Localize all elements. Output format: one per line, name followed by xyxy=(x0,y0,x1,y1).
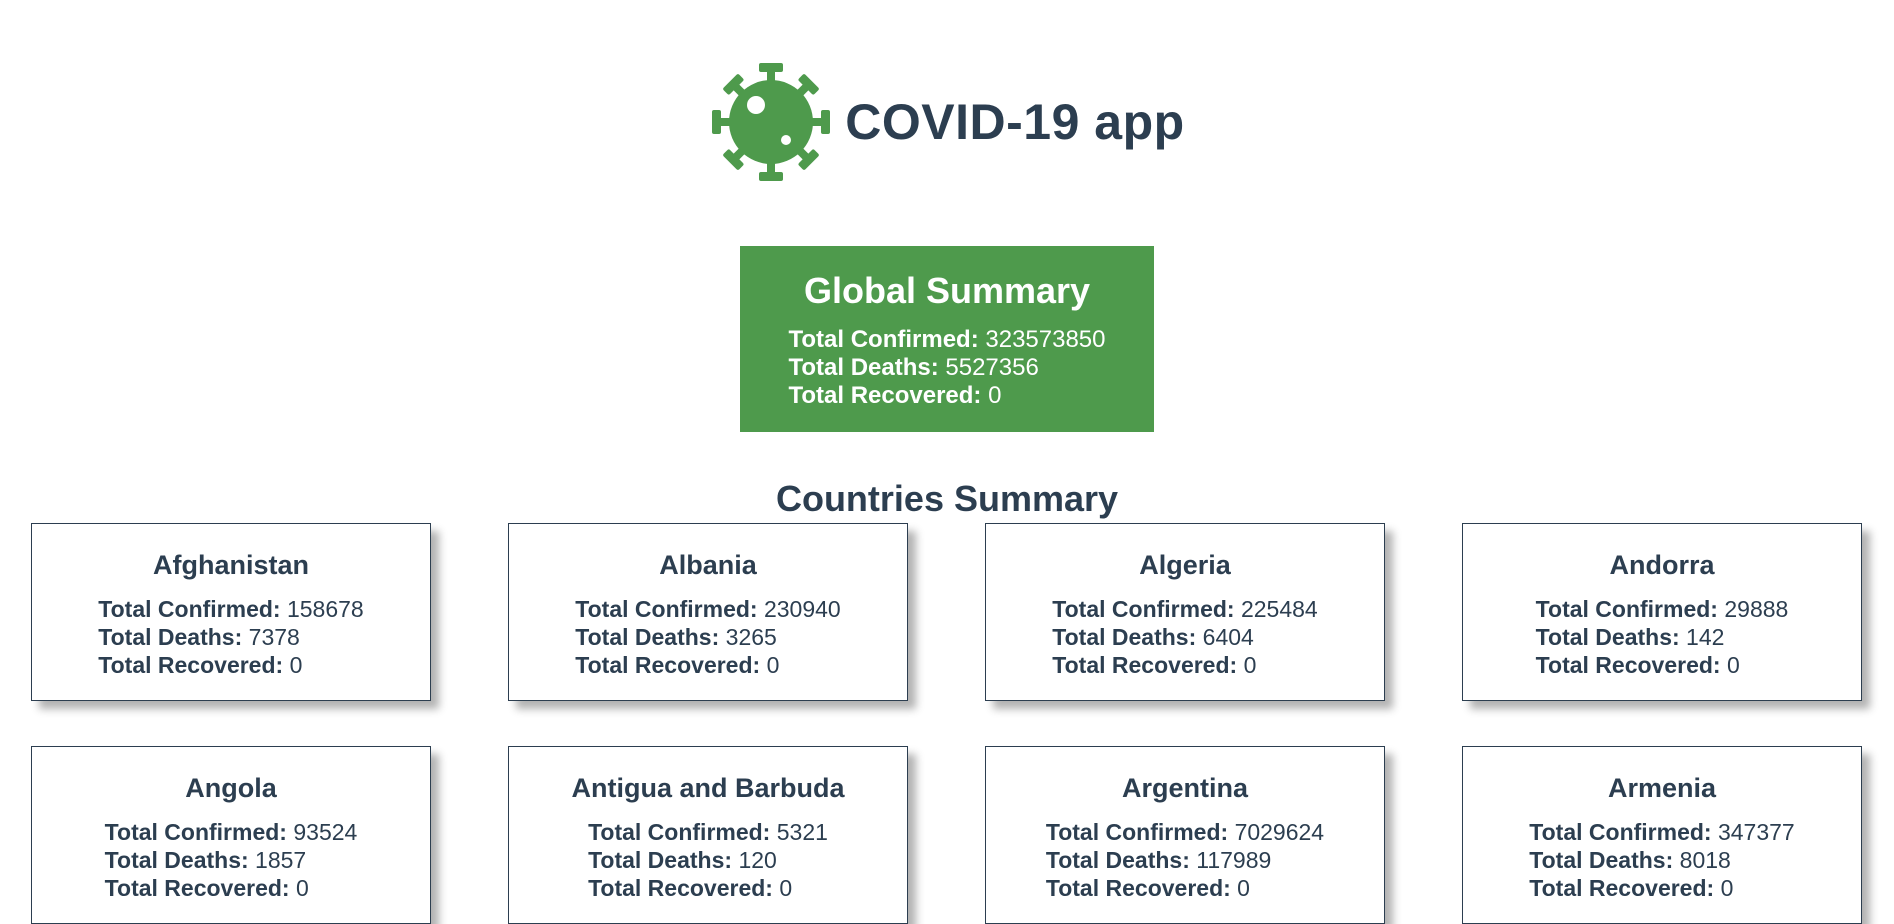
country-stats: Total Confirmed: 225484 Total Deaths: 64… xyxy=(1052,595,1317,679)
deaths-value: 8018 xyxy=(1679,847,1731,873)
deaths-label: Total Deaths: xyxy=(588,847,733,873)
deaths-value: 7378 xyxy=(248,624,300,650)
country-stats: Total Confirmed: 7029624 Total Deaths: 1… xyxy=(1046,818,1324,902)
global-recovered-value: 0 xyxy=(988,382,1002,409)
country-stats: Total Confirmed: 93524 Total Deaths: 185… xyxy=(105,818,358,902)
confirmed-label: Total Confirmed: xyxy=(575,596,758,622)
deaths-value: 117989 xyxy=(1196,847,1272,873)
country-stats: Total Confirmed: 230940 Total Deaths: 32… xyxy=(575,595,840,679)
country-name: Albania xyxy=(659,550,757,580)
country-name: Andorra xyxy=(1609,550,1715,580)
country-card: Albania Total Confirmed: 230940 Total De… xyxy=(508,523,908,701)
global-recovered-label: Total Recovered: xyxy=(788,382,982,409)
recovered-label: Total Recovered: xyxy=(1529,875,1715,901)
global-summary-card: Global Summary Total Confirmed: 32357385… xyxy=(740,246,1154,432)
country-stats: Total Confirmed: 158678 Total Deaths: 73… xyxy=(98,595,363,679)
app-title: COVID-19 app xyxy=(845,94,1185,150)
country-stats: Total Confirmed: 29888 Total Deaths: 142… xyxy=(1536,595,1789,679)
global-deaths-row: Total Deaths: 5527356 xyxy=(788,354,1105,382)
confirmed-label: Total Confirmed: xyxy=(1535,596,1718,622)
country-name: Antigua and Barbuda xyxy=(571,773,845,803)
deaths-value: 142 xyxy=(1686,624,1725,650)
country-stats: Total Confirmed: 5321 Total Deaths: 120 … xyxy=(588,818,828,902)
recovered-value: 0 xyxy=(295,875,309,901)
confirmed-label: Total Confirmed: xyxy=(104,819,287,845)
country-card: Algeria Total Confirmed: 225484 Total De… xyxy=(985,523,1385,701)
recovered-value: 0 xyxy=(766,652,780,678)
country-name: Afghanistan xyxy=(152,550,309,580)
global-deaths-label: Total Deaths: xyxy=(788,354,939,381)
recovered-label: Total Recovered: xyxy=(1045,875,1231,901)
country-name: Angola xyxy=(185,773,277,803)
country-card: Angola Total Confirmed: 93524 Total Deat… xyxy=(31,746,431,924)
confirmed-value: 29888 xyxy=(1724,596,1789,622)
deaths-label: Total Deaths: xyxy=(575,624,720,650)
confirmed-value: 158678 xyxy=(286,596,364,622)
global-confirmed-value: 323573850 xyxy=(985,326,1106,353)
recovered-value: 0 xyxy=(1237,875,1250,901)
deaths-value: 6404 xyxy=(1202,624,1254,650)
deaths-label: Total Deaths: xyxy=(1052,624,1197,650)
country-card: Argentina Total Confirmed: 7029624 Total… xyxy=(985,746,1385,924)
country-card: Antigua and Barbuda Total Confirmed: 532… xyxy=(508,746,908,924)
countries-grid: Afghanistan Total Confirmed: 158678 Tota… xyxy=(31,523,1863,924)
deaths-label: Total Deaths: xyxy=(104,847,249,873)
recovered-value: 0 xyxy=(1726,652,1740,678)
confirmed-value: 225484 xyxy=(1240,596,1318,622)
confirmed-value: 347377 xyxy=(1717,819,1795,845)
confirmed-value: 93524 xyxy=(293,819,358,845)
country-name: Argentina xyxy=(1121,773,1248,803)
recovered-value: 0 xyxy=(289,652,303,678)
app-header: COVID-19 app xyxy=(0,60,1894,184)
global-summary-title: Global Summary xyxy=(803,270,1091,311)
recovered-label: Total Recovered: xyxy=(1535,652,1721,678)
virus-icon xyxy=(712,63,831,181)
deaths-label: Total Deaths: xyxy=(98,624,243,650)
confirmed-label: Total Confirmed: xyxy=(1529,819,1712,845)
global-confirmed-label: Total Confirmed: xyxy=(788,326,979,353)
confirmed-label: Total Confirmed: xyxy=(588,819,771,845)
country-card: Afghanistan Total Confirmed: 158678 Tota… xyxy=(31,523,431,701)
countries-summary-title: Countries Summary xyxy=(775,478,1119,519)
confirmed-label: Total Confirmed: xyxy=(1052,596,1235,622)
recovered-value: 0 xyxy=(1720,875,1734,901)
global-deaths-value: 5527356 xyxy=(945,354,1039,381)
recovered-label: Total Recovered: xyxy=(1052,652,1238,678)
recovered-label: Total Recovered: xyxy=(575,652,761,678)
recovered-label: Total Recovered: xyxy=(104,875,290,901)
country-name: Armenia xyxy=(1607,773,1717,803)
recovered-label: Total Recovered: xyxy=(588,875,773,901)
global-confirmed-row: Total Confirmed: 323573850 xyxy=(788,326,1105,354)
country-stats: Total Confirmed: 347377 Total Deaths: 80… xyxy=(1529,818,1794,902)
global-stats: Total Confirmed: 323573850 Total Deaths:… xyxy=(788,326,1105,410)
deaths-value: 3265 xyxy=(725,624,777,650)
country-card: Armenia Total Confirmed: 347377 Total De… xyxy=(1462,746,1862,924)
country-name: Algeria xyxy=(1139,550,1231,580)
recovered-value: 0 xyxy=(1243,652,1257,678)
global-recovered-row: Total Recovered: 0 xyxy=(788,382,1105,410)
confirmed-label: Total Confirmed: xyxy=(1045,819,1229,845)
confirmed-value: 5321 xyxy=(776,819,828,845)
deaths-value: 120 xyxy=(738,847,777,873)
deaths-label: Total Deaths: xyxy=(1045,847,1190,873)
confirmed-label: Total Confirmed: xyxy=(98,596,281,622)
recovered-value: 0 xyxy=(779,875,793,901)
confirmed-value: 7029624 xyxy=(1234,819,1325,845)
deaths-label: Total Deaths: xyxy=(1529,847,1674,873)
confirmed-value: 230940 xyxy=(763,596,841,622)
recovered-label: Total Recovered: xyxy=(98,652,284,678)
deaths-label: Total Deaths: xyxy=(1535,624,1680,650)
deaths-value: 1857 xyxy=(255,847,307,873)
country-card: Andorra Total Confirmed: 29888 Total Dea… xyxy=(1462,523,1862,701)
